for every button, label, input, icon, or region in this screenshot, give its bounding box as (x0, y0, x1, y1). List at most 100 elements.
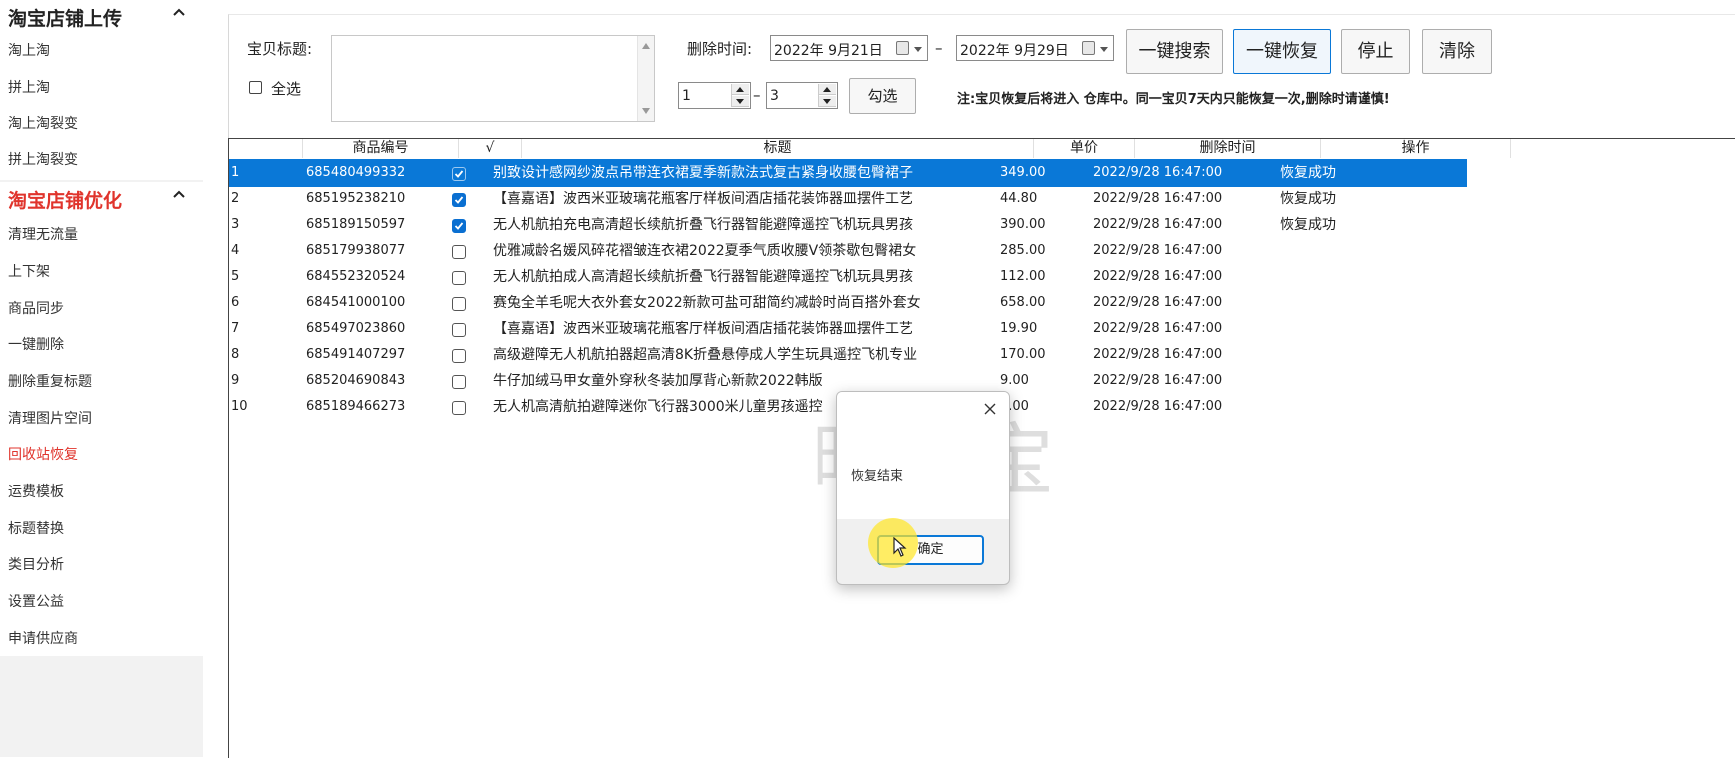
header-title[interactable]: 标题 (522, 139, 1034, 158)
sidebar-item-one-click-delete[interactable]: 一键删除 (0, 330, 203, 360)
chevron-down-icon[interactable] (914, 47, 922, 52)
range-to-stepper[interactable]: 3 (766, 82, 838, 109)
sidebar-item-set-charity[interactable]: 设置公益 (0, 587, 203, 617)
restore-button[interactable]: 一键恢复 (1233, 29, 1331, 74)
stepper-up-icon[interactable] (732, 84, 749, 95)
sidebar-item-product-sync[interactable]: 商品同步 (0, 294, 203, 324)
sidebar-item-pinshangtao[interactable]: 拼上淘 (0, 73, 203, 103)
date-from-picker[interactable]: 2022年 9月21日 (770, 35, 928, 61)
row-checkbox[interactable] (452, 245, 466, 259)
stepper-down-icon[interactable] (732, 96, 749, 107)
row-checkbox[interactable] (452, 375, 466, 389)
header-delete-time[interactable]: 删除时间 (1135, 139, 1321, 158)
scroll-up-icon[interactable] (642, 43, 650, 49)
row-checkbox[interactable] (452, 219, 466, 233)
sidebar-item-clean-image-space[interactable]: 清理图片空间 (0, 404, 203, 434)
stepper-down-icon[interactable] (819, 96, 836, 107)
sidebar-item-delete-duplicate-titles[interactable]: 删除重复标题 (0, 367, 203, 397)
select-all-label: 全选 (271, 80, 302, 98)
table-row[interactable]: 3 685189150597 无人机航拍充电高清超长续航折叠飞行器智能避障遥控飞机玩… (229, 211, 1467, 239)
row-checkbox[interactable] (452, 167, 466, 181)
dialog-message: 恢复结束 (851, 469, 904, 484)
sidebar-item-recycle-bin-restore[interactable]: 回收站恢复 (0, 440, 203, 470)
ok-button-label: 确定 (917, 542, 944, 557)
calendar-icon[interactable] (1082, 41, 1095, 55)
table-row[interactable]: 4 685179938077 优雅减龄名媛风碎花褶皱连衣裙2022夏季气质收腰V领茶… (229, 237, 1467, 265)
row-price: 170.00 (1000, 347, 1046, 362)
row-checkbox[interactable] (452, 401, 466, 415)
restore-note: 注:宝贝恢复后将进入 仓库中。同一宝贝7天内只能恢复一次,删除时请谨慎! (957, 92, 1390, 107)
sidebar-item-label: 删除重复标题 (8, 374, 92, 390)
sidebar-item-listing[interactable]: 上下架 (0, 257, 203, 287)
header-price[interactable]: 单价 (1034, 139, 1135, 158)
sidebar-item-label: 拼上淘 (8, 80, 50, 96)
table-row[interactable]: 5 684552320524 无人机航拍成人高清超长续航折叠飞行器智能避障遥控飞机玩… (229, 263, 1467, 291)
close-icon[interactable] (981, 400, 999, 418)
sidebar-item-label: 清理无流量 (8, 227, 78, 243)
sidebar-item-label: 申请供应商 (8, 631, 78, 647)
row-title: 牛仔加绒马甲女童外穿秋冬装加厚背心新款2022韩版 (493, 373, 823, 389)
row-checkbox[interactable] (452, 323, 466, 337)
row-index: 6 (231, 295, 240, 310)
table-row[interactable]: 6 684541000100 赛兔全羊毛呢大衣外套女2022新款可盐可甜简约减龄时尚… (229, 289, 1467, 317)
header-index (229, 139, 303, 158)
search-button[interactable]: 一键搜索 (1126, 29, 1223, 74)
sidebar-section-upload: 淘宝店铺上传 淘上淘 拼上淘 淘上淘裂变 拼上淘裂变 (0, 0, 203, 180)
sidebar-item-label: 淘上淘裂变 (8, 116, 78, 132)
range-from-stepper[interactable]: 1 (678, 82, 751, 109)
sidebar-item-category-analysis[interactable]: 类目分析 (0, 550, 203, 580)
header-action[interactable]: 操作 (1321, 139, 1511, 158)
chevron-up-icon[interactable] (170, 3, 188, 21)
row-product-id: 685195238210 (306, 191, 406, 206)
calendar-icon[interactable] (896, 41, 909, 55)
table-row[interactable]: 8 685491407297 高级避障无人机航拍器超高清8K折叠悬停成人学生玩具遥控… (229, 341, 1467, 369)
table-row[interactable]: 2 685195238210 【喜嘉语】波西米亚玻璃花瓶客厅样板间酒店插花装饰器皿摆… (229, 185, 1467, 213)
sidebar-item-pinshangtao-fission[interactable]: 拼上淘裂变 (0, 145, 203, 175)
sidebar-item-taoshangtao-fission[interactable]: 淘上淘裂变 (0, 109, 203, 139)
table-row[interactable]: 1 685480499332 别致设计感网纱波点吊带连衣裙夏季新款法式复古紧身收腰包… (229, 159, 1467, 187)
sidebar-item-title-replace[interactable]: 标题替换 (0, 514, 203, 544)
row-title: 赛兔全羊毛呢大衣外套女2022新款可盐可甜简约减龄时尚百搭外套女 (493, 295, 921, 311)
sidebar-item-label: 商品同步 (8, 301, 64, 317)
row-delete-time: 2022/9/28 16:47:00 (1093, 217, 1223, 232)
row-action-status: 恢复成功 (1280, 217, 1336, 233)
table-row[interactable]: 7 685497023860 【喜嘉语】波西米亚玻璃花瓶客厅样板间酒店插花装饰器皿摆… (229, 315, 1467, 343)
date-to-picker[interactable]: 2022年 9月29日 (956, 35, 1114, 61)
row-checkbox[interactable] (452, 297, 466, 311)
textarea-scrollbar[interactable] (637, 36, 654, 121)
clear-button[interactable]: 清除 (1422, 29, 1492, 74)
header-product-id[interactable]: 商品编号 (303, 139, 459, 158)
row-index: 3 (231, 217, 240, 232)
row-checkbox[interactable] (452, 349, 466, 363)
sidebar-item-shipping-template[interactable]: 运费模板 (0, 477, 203, 507)
row-index: 1 (231, 165, 240, 180)
select-all-checkbox[interactable] (249, 81, 262, 94)
section-header-optimize[interactable]: 淘宝店铺优化 (0, 182, 203, 216)
chevron-down-icon[interactable] (1100, 47, 1108, 52)
sidebar-item-clean-no-traffic[interactable]: 清理无流量 (0, 220, 203, 250)
stop-button[interactable]: 停止 (1341, 29, 1410, 74)
stop-button-label: 停止 (1357, 41, 1394, 62)
row-title: 无人机高清航拍避障迷你飞行器3000米儿童男孩遥控 (493, 399, 823, 415)
row-title: 【喜嘉语】波西米亚玻璃花瓶客厅样板间酒店插花装饰器皿摆件工艺 (493, 321, 913, 337)
stepper-up-icon[interactable] (819, 84, 836, 95)
check-range-button[interactable]: 勾选 (849, 78, 916, 114)
row-product-id: 685204690843 (306, 373, 406, 388)
row-title: 别致设计感网纱波点吊带连衣裙夏季新款法式复古紧身收腰包臀裙子 (493, 165, 913, 181)
chevron-up-icon[interactable] (170, 185, 188, 203)
row-delete-time: 2022/9/28 16:47:00 (1093, 191, 1223, 206)
restore-button-label: 一键恢复 (1246, 41, 1318, 62)
sidebar-item-apply-supplier[interactable]: 申请供应商 (0, 624, 203, 654)
scroll-down-icon[interactable] (642, 108, 650, 114)
row-checkbox[interactable] (452, 271, 466, 285)
sidebar-item-label: 标题替换 (8, 521, 64, 537)
row-checkbox[interactable] (452, 193, 466, 207)
header-check[interactable]: √ (459, 139, 522, 158)
sidebar-item-taoshangtao[interactable]: 淘上淘 (0, 36, 203, 66)
stepper-buttons (731, 84, 749, 107)
date-to-value: 2022年 9月29日 (960, 43, 1069, 59)
title-textarea[interactable] (331, 35, 655, 122)
row-product-id: 685480499332 (306, 165, 406, 180)
row-title: 高级避障无人机航拍器超高清8K折叠悬停成人学生玩具遥控飞机专业 (493, 347, 918, 363)
section-header-upload[interactable]: 淘宝店铺上传 (0, 0, 203, 34)
